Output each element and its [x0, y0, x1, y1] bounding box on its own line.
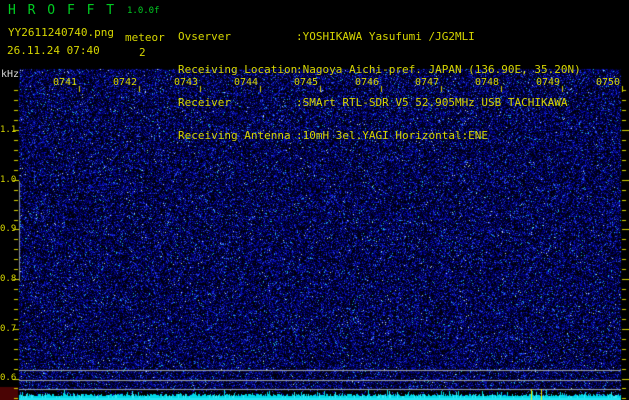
time-tick-label: 0742 — [113, 77, 138, 88]
info-value: :10mH 3el.YAGI Horizontal:ENE — [296, 129, 489, 142]
freq-tick-label: 0.6 — [0, 373, 17, 383]
time-tick-label: 0748 — [475, 77, 500, 88]
info-label: Receiver — [178, 96, 231, 109]
output-filename: YY2611240740.png — [8, 26, 114, 39]
info-value: :SMArt RTL-SDR V5 52.905MHz USB TACHIKAW… — [296, 96, 568, 109]
info-value: :Nagoya Aichi-pref. JAPAN (136.90E, 35.2… — [296, 63, 581, 76]
freq-tick-label: 0.7 — [0, 324, 17, 334]
time-tick-label: 0741 — [53, 77, 78, 88]
timestamp: 26.11.24 07:40 — [7, 44, 100, 57]
info-label: Ovserver — [178, 30, 231, 43]
time-tick-label: 0743 — [174, 77, 199, 88]
info-row-receiver: Receiver :SMArt RTL-SDR V5 52.905MHz USB… — [178, 97, 628, 108]
freq-tick-label: 1.1 — [0, 125, 17, 135]
meteor-count: 2 — [139, 46, 146, 59]
freq-tick-label: 0.8 — [0, 274, 17, 284]
freq-tick-label: 1.0 — [0, 175, 17, 185]
info-value: :YOSHIKAWA Yasufumi /JG2MLI — [296, 30, 475, 43]
time-tick-label: 0746 — [355, 77, 380, 88]
time-tick-label: 0747 — [415, 77, 440, 88]
info-label: Receiving Location — [178, 63, 298, 76]
time-tick-label: 0745 — [294, 77, 319, 88]
hrofft-window: H R O F F T 1.0.0f YY2611240740.png mete… — [0, 0, 629, 400]
freq-tick-label: 0.9 — [0, 224, 17, 234]
app-version: 1.0.0f — [127, 6, 160, 16]
app-title: H R O F F T — [8, 3, 117, 18]
mode-label: meteor — [125, 31, 165, 44]
info-row-antenna: Receiving Antenna :10mH 3el.YAGI Horizon… — [178, 130, 628, 141]
freq-axis-unit: kHz — [1, 69, 20, 80]
time-tick-label: 0750 — [596, 77, 621, 88]
info-row-observer: Ovserver :YOSHIKAWA Yasufumi /JG2MLI — [178, 31, 628, 42]
info-row-location: Receiving Location :Nagoya Aichi-pref. J… — [178, 64, 628, 75]
time-tick-label: 0749 — [536, 77, 561, 88]
info-label: Receiving Antenna — [178, 129, 291, 142]
time-tick-label: 0744 — [234, 77, 259, 88]
